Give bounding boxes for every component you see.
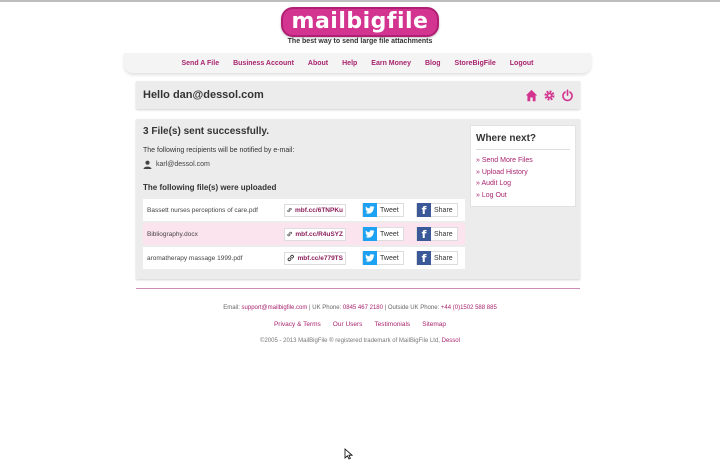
facebook-share-button[interactable]: f Share — [416, 251, 458, 265]
where-upload-history[interactable]: » Upload History — [476, 167, 533, 179]
short-link-text[interactable]: mbf.cc/e779TS — [297, 255, 343, 262]
divider — [476, 149, 570, 150]
uk-phone-label: | UK Phone: — [307, 305, 343, 311]
link-icon — [287, 254, 294, 262]
dessol-link[interactable]: Dessol — [442, 338, 460, 344]
tweet-label: Tweet — [380, 206, 399, 214]
footer-contact: Email: support@mailbigfile.com | UK Phon… — [0, 305, 720, 311]
notify-text: The following recipients will be notifie… — [143, 147, 295, 154]
footer-privacy-terms[interactable]: Privacy & Terms — [274, 321, 321, 328]
recipient-email: karl@dessol.com — [156, 161, 210, 168]
nav-earn-money[interactable]: Earn Money — [371, 60, 411, 67]
user-icon — [143, 160, 152, 169]
copyright-text: ©2005 - 2013 MailBigFile ® registered tr… — [260, 338, 442, 344]
uploaded-title: The following file(s) were uploaded — [143, 183, 277, 192]
short-link-text[interactable]: mbf.cc/R4uSYZ — [295, 231, 343, 238]
upload-result-panel: 3 File(s) sent successfully. The followi… — [136, 119, 580, 279]
where-log-out[interactable]: » Log Out — [476, 190, 533, 202]
uk-phone-link[interactable]: 0845 467 2180 — [343, 305, 383, 311]
support-email-link[interactable]: support@mailbigfile.com — [242, 305, 308, 311]
tweet-label: Tweet — [380, 254, 399, 262]
footer-divider — [136, 288, 580, 289]
short-link-text[interactable]: mbf.cc/6TNPKu — [295, 207, 343, 214]
logo-text[interactable]: mailbigfile — [280, 7, 440, 37]
facebook-icon: f — [417, 227, 431, 241]
tagline: The best way to send large file attachme… — [287, 38, 433, 45]
nav-storebigfile[interactable]: StoreBigFile — [455, 60, 496, 67]
share-label: Share — [434, 206, 453, 214]
link-icon — [287, 207, 292, 213]
share-label: Share — [434, 254, 453, 262]
uploaded-files-list: Bassett nurses perceptions of care.pdf m… — [143, 199, 465, 271]
file-row: Bibliography.docx mbf.cc/R4uSYZ Tweet f … — [143, 223, 465, 245]
window-top-border — [0, 0, 720, 2]
short-link[interactable]: mbf.cc/R4uSYZ — [284, 227, 346, 241]
nav-blog[interactable]: Blog — [425, 60, 441, 67]
file-name: Bibliography.docx — [147, 230, 198, 238]
home-icon[interactable] — [525, 89, 538, 102]
twitter-bird-icon — [363, 227, 377, 241]
facebook-icon: f — [417, 203, 431, 217]
file-row: Bassett nurses perceptions of care.pdf m… — [143, 199, 465, 221]
settings-gear-icon[interactable] — [543, 89, 556, 102]
facebook-share-button[interactable]: f Share — [416, 203, 458, 217]
greeting-text: Hello dan@dessol.com — [143, 89, 264, 101]
footer-our-users[interactable]: Our Users — [333, 321, 363, 328]
file-name: aromatherapy massage 1999.pdf — [147, 254, 243, 262]
outside-phone-label: | Outside UK Phone: — [382, 305, 441, 311]
short-link[interactable]: mbf.cc/6TNPKu — [284, 203, 346, 217]
footer-testimonials[interactable]: Testimonials — [374, 321, 410, 328]
email-label: Email: — [223, 305, 242, 311]
logo[interactable]: mailbigfile — [0, 7, 720, 37]
tweet-button[interactable]: Tweet — [362, 227, 404, 241]
nav-send-a-file[interactable]: Send A File — [181, 60, 219, 67]
nav-help[interactable]: Help — [342, 60, 357, 67]
header-icons — [525, 88, 574, 102]
where-send-more-files[interactable]: » Send More Files — [476, 155, 533, 167]
nav-logout[interactable]: Logout — [510, 60, 534, 67]
file-name: Bassett nurses perceptions of care.pdf — [147, 206, 258, 214]
where-next-title: Where next? — [476, 133, 537, 144]
nav-business-account[interactable]: Business Account — [233, 60, 294, 67]
tweet-button[interactable]: Tweet — [362, 251, 404, 265]
share-label: Share — [434, 230, 453, 238]
footer-links: Privacy & Terms Our Users Testimonials S… — [0, 321, 720, 328]
tweet-label: Tweet — [380, 230, 399, 238]
greeting-bar: Hello dan@dessol.com — [136, 81, 580, 109]
success-title: 3 File(s) sent successfully. — [143, 126, 269, 137]
file-row: aromatherapy massage 1999.pdf mbf.cc/e77… — [143, 247, 465, 269]
outside-phone-link[interactable]: +44 (0)1502 588 885 — [441, 305, 497, 311]
twitter-bird-icon — [363, 251, 377, 265]
where-next-box: Where next? » Send More Files » Upload H… — [470, 125, 576, 207]
nav-about[interactable]: About — [308, 60, 328, 67]
mouse-cursor-icon — [344, 448, 353, 460]
tweet-button[interactable]: Tweet — [362, 203, 404, 217]
recipient: karl@dessol.com — [143, 160, 210, 169]
facebook-icon: f — [417, 251, 431, 265]
link-icon — [287, 231, 292, 237]
where-audit-log[interactable]: » Audit Log — [476, 178, 533, 190]
footer-sitemap[interactable]: Sitemap — [422, 321, 446, 328]
facebook-share-button[interactable]: f Share — [416, 227, 458, 241]
power-icon[interactable] — [561, 88, 574, 102]
short-link[interactable]: mbf.cc/e779TS — [284, 251, 346, 265]
main-nav: Send A File Business Account About Help … — [124, 53, 591, 73]
where-next-list: » Send More Files » Upload History » Aud… — [476, 155, 533, 201]
twitter-bird-icon — [363, 203, 377, 217]
copyright: ©2005 - 2013 MailBigFile ® registered tr… — [0, 338, 720, 344]
